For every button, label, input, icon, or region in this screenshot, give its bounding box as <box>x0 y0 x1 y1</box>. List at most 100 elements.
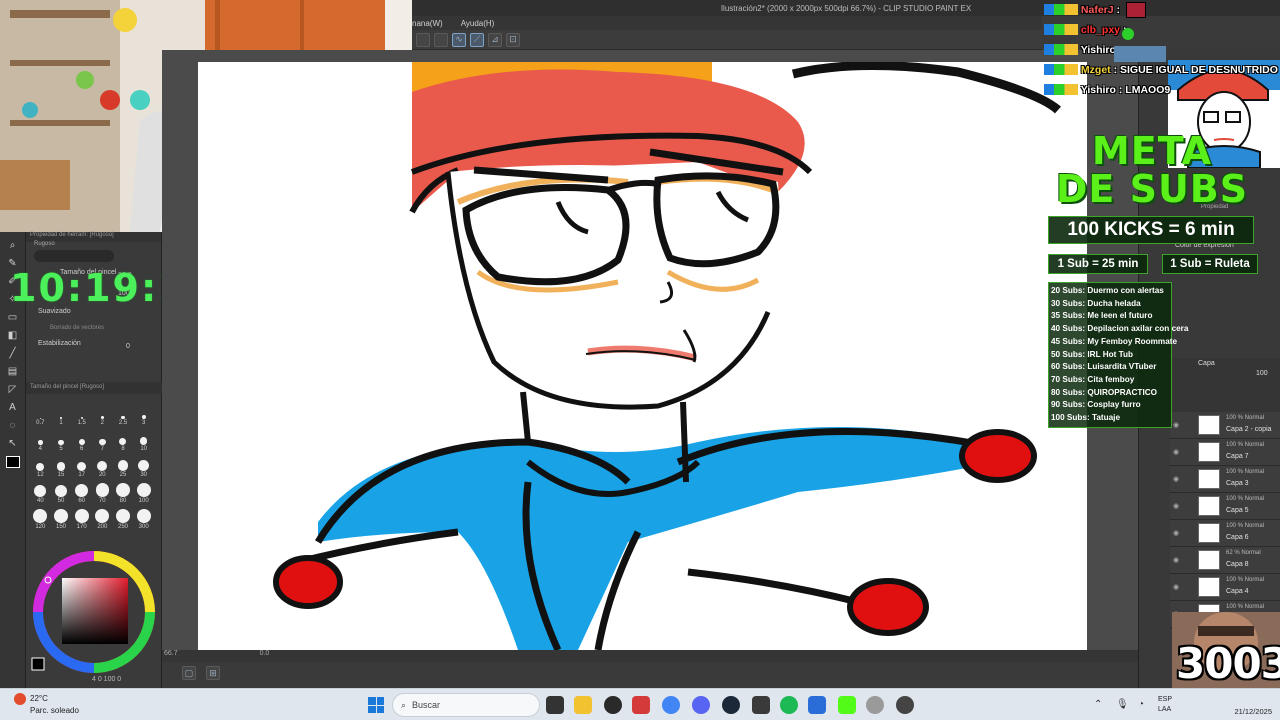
frame-tool-icon[interactable]: ▤ <box>6 366 20 378</box>
clip-studio-icon[interactable] <box>896 696 914 714</box>
vector-erase-label[interactable]: Borrado de vectores <box>50 325 104 331</box>
brush-size-option[interactable]: 6 <box>71 430 92 452</box>
layer-opacity[interactable]: 100 <box>1256 370 1268 377</box>
lasso-tool-icon[interactable]: ◌ <box>6 420 20 432</box>
network-icon[interactable]: ◔ <box>1138 699 1144 710</box>
chat-username[interactable]: Yishiro <box>1081 84 1116 96</box>
obs-icon[interactable] <box>604 696 622 714</box>
app-icon[interactable] <box>752 696 770 714</box>
brush-size-option[interactable]: 2.5 <box>113 404 134 426</box>
drawing-canvas[interactable] <box>198 62 1087 650</box>
ruler-tool-icon[interactable]: ◸ <box>6 384 20 396</box>
kick-icon[interactable] <box>838 696 856 714</box>
brush-size-option[interactable]: 30 <box>133 456 154 478</box>
chat-username[interactable]: Yishiro <box>1081 44 1116 56</box>
eraser-tool-icon[interactable]: ▭ <box>6 312 20 324</box>
snap-icon[interactable]: ⊡ <box>506 32 520 47</box>
zoom-tool-icon[interactable]: ⌕ <box>6 240 20 252</box>
main-color-swatch[interactable] <box>5 456 20 468</box>
select-tool-icon[interactable]: ↖ <box>6 438 20 450</box>
layer-row[interactable]: ◉ 62 % Normal Capa 8 <box>1170 547 1280 574</box>
brush-size-dot-icon <box>76 461 87 471</box>
brush-size-option[interactable]: 20 <box>92 456 113 478</box>
brush-size-option[interactable]: 100 <box>133 482 154 504</box>
ruler-icon[interactable]: ⊿ <box>488 32 502 47</box>
brush-size-option[interactable]: 80 <box>113 482 134 504</box>
chrome-icon[interactable] <box>662 696 680 714</box>
menu-help[interactable]: Ayuda(H) <box>461 19 495 28</box>
brush-size-option[interactable]: 2 <box>92 404 113 426</box>
brush-size-option[interactable]: 3 <box>133 404 154 426</box>
canvas-fit-icon[interactable]: ▢ <box>182 666 196 680</box>
brush-size-option[interactable]: 25 <box>113 456 134 478</box>
brush-size-option[interactable]: 0.7 <box>30 404 51 426</box>
brush-size-option[interactable]: 250 <box>113 508 134 530</box>
brush-size-option[interactable]: 12 <box>30 456 51 478</box>
tray-overflow-icon[interactable]: ⌃ <box>1094 699 1102 710</box>
pen-pressure-icon[interactable]: ∿ <box>452 32 466 47</box>
layer-row[interactable]: ◉ 100 % Normal Capa 3 <box>1170 466 1280 493</box>
stabilization-value[interactable]: 0 <box>126 343 130 350</box>
eye-icon[interactable]: ◉ <box>1173 448 1181 456</box>
app-icon[interactable] <box>866 696 884 714</box>
brush-size-option[interactable]: 40 <box>30 482 51 504</box>
brush-size-option[interactable]: 60 <box>71 482 92 504</box>
color-wheel[interactable] <box>30 548 158 676</box>
layer-row[interactable]: ◉ 100 % Normal Capa 2 - copia <box>1170 412 1280 439</box>
clock[interactable]: 21/12/2025 <box>1234 695 1272 717</box>
start-button[interactable] <box>368 697 384 713</box>
eye-icon[interactable]: ◉ <box>1173 529 1181 537</box>
menu-window[interactable]: nana(W) <box>412 19 443 28</box>
eye-icon[interactable]: ◉ <box>1173 475 1181 483</box>
zoom-level[interactable]: 66.7 <box>164 650 178 657</box>
text-tool-icon[interactable]: A <box>6 402 20 414</box>
stroke-icon[interactable]: ⟋ <box>470 32 484 47</box>
app-icon[interactable] <box>808 696 826 714</box>
layer-row[interactable]: ◉ 100 % Normal Capa 4 <box>1170 574 1280 601</box>
brush-size-option[interactable]: 10 <box>133 430 154 452</box>
brush-size-option[interactable]: 50 <box>51 482 72 504</box>
language-indicator[interactable]: ESP LAA <box>1158 695 1172 715</box>
app-icon[interactable] <box>632 696 650 714</box>
brush-size-option[interactable]: 300 <box>133 508 154 530</box>
rotation-value[interactable]: 0.0 <box>260 650 270 657</box>
chat-username[interactable]: NaferJ <box>1081 4 1114 16</box>
brush-size-option[interactable]: 200 <box>92 508 113 530</box>
discord-icon[interactable] <box>692 696 710 714</box>
fill-tool-icon[interactable]: ◧ <box>6 330 20 342</box>
mic-icon[interactable]: 🎙 <box>1116 699 1129 710</box>
brush-size-option[interactable]: 17 <box>71 456 92 478</box>
figure-tool-icon[interactable]: ╱ <box>6 348 20 360</box>
brush-size-option[interactable]: 7 <box>92 430 113 452</box>
brush-size-label: 5 <box>59 446 63 452</box>
brush-size-option[interactable]: 5 <box>51 430 72 452</box>
grid-icon[interactable]: ⊞ <box>206 666 220 680</box>
toolbar-button[interactable] <box>416 32 430 47</box>
brush-size-option[interactable]: 4 <box>30 430 51 452</box>
eye-icon[interactable]: ◉ <box>1173 583 1181 591</box>
brush-size-option[interactable]: 8 <box>113 430 134 452</box>
brush-size-option[interactable]: 70 <box>92 482 113 504</box>
file-explorer-icon[interactable] <box>574 696 592 714</box>
weather-widget[interactable]: 22°C Parc. soleado <box>14 693 79 716</box>
brush-size-option[interactable]: 150 <box>51 508 72 530</box>
brush-size-option[interactable]: 15 <box>51 456 72 478</box>
eye-icon[interactable]: ◉ <box>1173 502 1181 510</box>
layer-tab[interactable]: Capa <box>1198 360 1215 367</box>
eye-icon[interactable]: ◉ <box>1173 556 1181 564</box>
layer-row[interactable]: ◉ 100 % Normal Capa 5 <box>1170 493 1280 520</box>
brush-size-option[interactable]: 1 <box>51 404 72 426</box>
taskbar-search[interactable]: ⌕ Buscar <box>392 693 540 717</box>
brush-size-option[interactable]: 170 <box>71 508 92 530</box>
task-view-icon[interactable] <box>546 696 564 714</box>
chat-username[interactable]: Mzget <box>1081 64 1111 76</box>
brush-size-option[interactable]: 120 <box>30 508 51 530</box>
chat-username[interactable]: clb_pxy <box>1081 24 1120 36</box>
layer-row[interactable]: ◉ 100 % Normal Capa 7 <box>1170 439 1280 466</box>
spotify-icon[interactable] <box>780 696 798 714</box>
brush-size-option[interactable]: 1.5 <box>71 404 92 426</box>
layer-row[interactable]: ◉ 100 % Normal Capa 6 <box>1170 520 1280 547</box>
toolbar-button[interactable] <box>434 32 448 47</box>
steam-icon[interactable] <box>722 696 740 714</box>
eye-icon[interactable]: ◉ <box>1173 421 1181 429</box>
